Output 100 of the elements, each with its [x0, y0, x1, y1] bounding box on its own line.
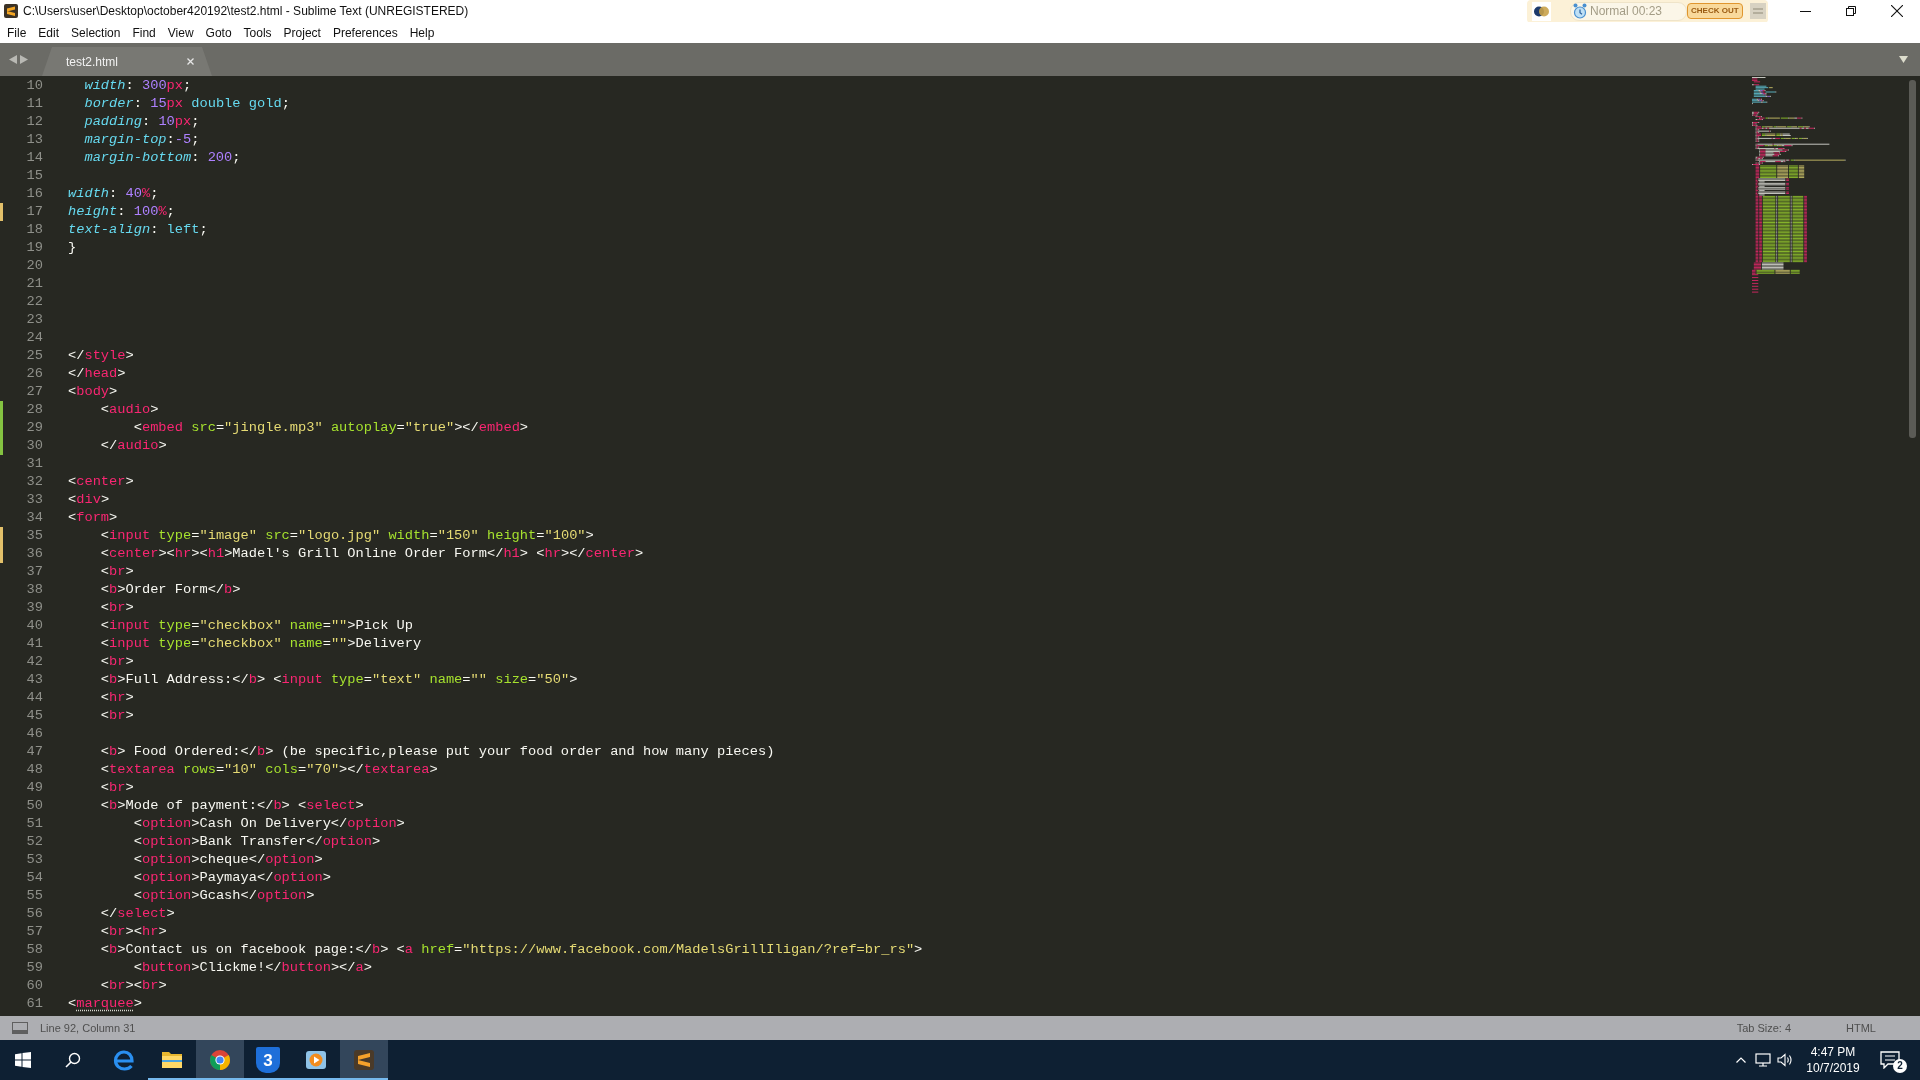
windows-logo-icon	[15, 1052, 31, 1068]
line-number: 57	[26, 923, 43, 941]
line-number: 29	[26, 419, 43, 437]
code-line: <br>	[100, 599, 134, 617]
line-number: 20	[26, 257, 43, 275]
code-line: text-align: left;	[68, 221, 208, 239]
editor-logo-icon	[352, 1048, 376, 1072]
check-out-button[interactable]: CHECK OUT	[1687, 3, 1743, 19]
line-number: 39	[26, 599, 43, 617]
right-arrow-icon[interactable]	[20, 55, 28, 64]
grid-icon	[1749, 3, 1766, 19]
menu-item[interactable]: Preferences	[326, 24, 404, 41]
app-icon	[4, 4, 18, 18]
left-arrow-icon[interactable]	[9, 55, 17, 64]
line-number: 34	[26, 509, 43, 527]
menu-item[interactable]: Edit	[32, 24, 66, 41]
code-line: </style>	[68, 347, 134, 365]
code-line: <option>cheque</option>	[133, 851, 323, 869]
search-icon	[65, 1052, 81, 1068]
line-number: 21	[26, 275, 43, 293]
window-title: C:\Users\user\Desktop\october420192\test2.html - Sublime Text (UNREGISTERED)	[23, 3, 469, 19]
code-line: width: 300px;	[84, 77, 192, 95]
line-number: 42	[26, 653, 43, 671]
code-line: border: 15px double gold;	[84, 95, 290, 113]
code-line: <b>Contact us on facebook page:</b> <a href="https://www.facebook.com/MadelsGrillIligan/?ref=br_rs">	[100, 941, 923, 959]
app-logo: 3	[256, 1047, 280, 1073]
line-number: 45	[26, 707, 43, 725]
line-number: 18	[26, 221, 43, 239]
line-number: 28	[26, 401, 43, 419]
code-line: <marquee>	[68, 995, 142, 1013]
menu-item[interactable]: Project	[277, 24, 327, 41]
clock-time: 4:47 PM	[1810, 1044, 1856, 1060]
code-line: padding: 10px;	[84, 113, 200, 131]
line-number: 49	[26, 779, 43, 797]
line-number: 30	[26, 437, 43, 455]
menu-item[interactable]: File	[1, 24, 33, 41]
line-number: 61	[26, 995, 43, 1013]
line-number: 60	[26, 977, 43, 995]
line-number: 48	[26, 761, 43, 779]
menu-item[interactable]: Help	[403, 24, 441, 41]
code-line: <option>Cash On Delivery</option>	[133, 815, 405, 833]
code-line: </head>	[68, 365, 126, 383]
code-line: <hr>	[100, 689, 134, 707]
line-number: 14	[26, 149, 43, 167]
code-line: margin-top:-5;	[84, 131, 200, 149]
taskbar-button[interactable]	[196, 1040, 244, 1080]
line-number: 16	[26, 185, 43, 203]
code-line: <br><br>	[100, 977, 167, 995]
line-number: 27	[26, 383, 43, 401]
monitor-icon	[1755, 1053, 1771, 1067]
line-number: 55	[26, 887, 43, 905]
line-number: 50	[26, 797, 43, 815]
close-icon	[1891, 5, 1903, 17]
code-line: <b> Food Ordered:</b> (be specific,please put your food order and how many pieces)	[100, 743, 775, 761]
code-line: <br>	[100, 653, 134, 671]
taskbar-button[interactable]	[340, 1040, 388, 1080]
code-line: <br><hr>	[100, 923, 167, 941]
menu-item[interactable]: Find	[126, 24, 162, 41]
scrollbar-thumb[interactable]	[1909, 80, 1916, 438]
chevron-up-icon	[1736, 1057, 1746, 1063]
code-line: <br>	[100, 563, 134, 581]
code-line: <input type="image" src="logo.jpg" width="150" height="100">	[100, 527, 594, 545]
menu-item[interactable]: Goto	[199, 24, 238, 41]
circle-logo-icon	[208, 1048, 232, 1072]
line-number: 35	[26, 527, 43, 545]
code-line: <b>Mode of payment:</b> <select>	[100, 797, 364, 815]
line-number: 10	[26, 77, 43, 95]
menu-item[interactable]: Tools	[237, 24, 278, 41]
browser-logo-icon	[112, 1048, 136, 1072]
code-line: <br>	[100, 707, 134, 725]
menu-item[interactable]: View	[161, 24, 200, 41]
code-line: <b>Full Address:</b> <input type="text" name="" size="50">	[100, 671, 578, 689]
code-line: <form>	[68, 509, 118, 527]
tab-size-selector[interactable]: Tab Size: 4	[1736, 1019, 1792, 1037]
timer-status: Normal 00:23	[1590, 5, 1663, 17]
taskbar-button[interactable]: 3	[244, 1040, 292, 1080]
clock-date: 10/7/2019	[1806, 1060, 1860, 1076]
line-number: 37	[26, 563, 43, 581]
line-number: 12	[26, 113, 43, 131]
menu-item[interactable]: Selection	[65, 24, 127, 41]
code-line: </audio>	[100, 437, 167, 455]
code-line: <center>	[68, 473, 134, 491]
line-number: 23	[26, 311, 43, 329]
line-number: 58	[26, 941, 43, 959]
code-line: margin-bottom: 200;	[84, 149, 241, 167]
notifications-button[interactable]: 2	[1866, 1040, 1914, 1080]
code-line: <button>Clickme!</button></a>	[133, 959, 372, 977]
line-number: 11	[26, 95, 43, 113]
code-line: width: 40%;	[68, 185, 159, 203]
caret-down-icon[interactable]	[1899, 56, 1908, 63]
syntax-selector[interactable]: HTML	[1846, 1019, 1876, 1037]
code-line: <option>Paymaya</option>	[133, 869, 331, 887]
line-number: 56	[26, 905, 43, 923]
speaker-icon	[1777, 1053, 1793, 1067]
code-line: <body>	[68, 383, 118, 401]
line-number: 17	[26, 203, 43, 221]
line-number: 41	[26, 635, 43, 653]
close-icon[interactable]	[187, 58, 194, 65]
window-icon[interactable]	[12, 1022, 28, 1034]
tab[interactable]: test2.html	[42, 47, 212, 76]
